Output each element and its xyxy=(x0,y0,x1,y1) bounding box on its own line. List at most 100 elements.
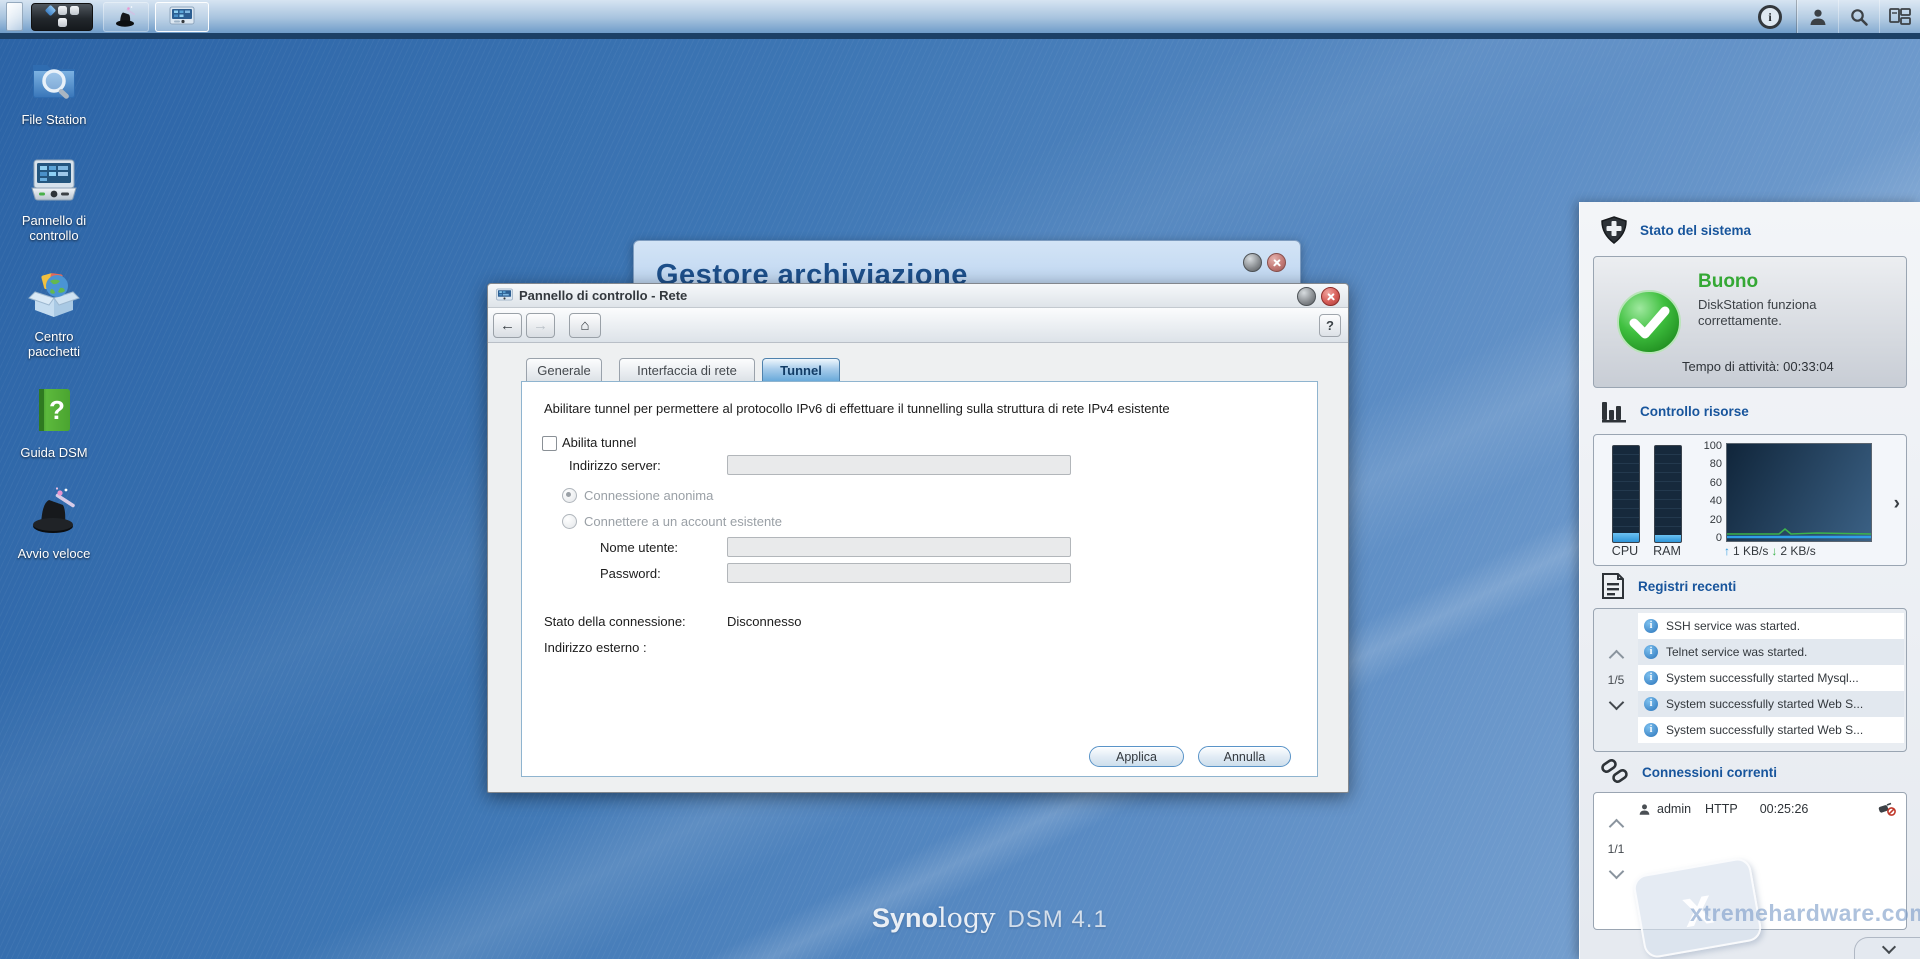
log-text: System successfully started Mysql... xyxy=(1666,671,1859,685)
bar-chart-icon xyxy=(1600,398,1628,424)
tab-interfaccia-di-rete[interactable]: Interfaccia di rete xyxy=(619,358,755,381)
dialog-titlebar[interactable]: Pannello di controllo - Rete xyxy=(488,284,1348,308)
panel-collapse-button[interactable] xyxy=(1854,937,1920,959)
notifications-button[interactable]: i xyxy=(1750,5,1790,29)
ram-gauge-fill xyxy=(1655,535,1681,542)
connection-duration: 00:25:26 xyxy=(1760,802,1809,816)
axis-tick: 0 xyxy=(1716,532,1722,544)
anonymous-connection-radio[interactable] xyxy=(562,488,577,503)
control-panel-taskbar-button[interactable] xyxy=(155,2,209,32)
cancel-button[interactable]: Annulla xyxy=(1198,746,1291,767)
page-down-chevron[interactable] xyxy=(1608,695,1624,711)
tab-generale[interactable]: Generale xyxy=(526,358,602,381)
magic-hat-icon xyxy=(114,5,138,29)
username-label: Nome utente: xyxy=(600,540,678,555)
close-icon[interactable] xyxy=(1321,287,1340,306)
password-label: Password: xyxy=(600,566,661,581)
home-icon: ⌂ xyxy=(580,317,589,334)
desktop-icon-dsm-help[interactable]: ? Guida DSM xyxy=(8,383,100,460)
link-icon xyxy=(1600,758,1630,786)
dialog-window-controls xyxy=(1297,287,1340,306)
log-row[interactable]: i System successfully started Web S... xyxy=(1638,717,1904,743)
desktop-icon-label: Avvio veloce xyxy=(18,546,91,561)
chevron-down-icon xyxy=(1881,940,1895,954)
show-desktop-button[interactable] xyxy=(6,2,23,31)
download-rate: 2 KB/s xyxy=(1780,544,1815,558)
quick-start-icon xyxy=(26,484,82,540)
minimize-icon[interactable] xyxy=(1297,287,1316,306)
log-row[interactable]: i SSH service was started. xyxy=(1638,613,1904,639)
password-input[interactable] xyxy=(727,563,1071,583)
quick-start-taskbar-button[interactable] xyxy=(103,2,149,32)
cpu-gauge-fill xyxy=(1613,533,1639,542)
desktop-icon-file-station[interactable]: File Station xyxy=(8,50,100,127)
user-menu-button[interactable] xyxy=(1797,0,1838,33)
brand-version: DSM 4.1 xyxy=(1007,906,1107,934)
existing-account-radio[interactable] xyxy=(562,514,577,529)
user-icon xyxy=(1638,803,1651,816)
page-up-chevron[interactable] xyxy=(1608,650,1624,666)
disconnect-icon[interactable] xyxy=(1878,802,1896,816)
storage-manager-window-controls xyxy=(1243,253,1286,272)
username-input[interactable] xyxy=(727,537,1071,557)
info-icon: i xyxy=(1644,671,1658,685)
open-resource-monitor-chevron[interactable]: › xyxy=(1894,493,1900,515)
desktop-icon-label: Guida DSM xyxy=(20,445,87,460)
page-indicator: 1/5 xyxy=(1608,673,1625,687)
minimize-icon[interactable] xyxy=(1243,253,1262,272)
desktop-icon-package-center[interactable]: Centro pacchetti xyxy=(8,267,100,359)
search-button[interactable] xyxy=(1838,0,1879,33)
ram-label: RAM xyxy=(1648,544,1686,558)
tab-bar: Generale Interfaccia di rete Tunnel xyxy=(488,358,1348,382)
desktop-icon-label: Pannello di controllo xyxy=(8,213,100,243)
shield-icon xyxy=(1600,216,1628,244)
log-text: SSH service was started. xyxy=(1666,619,1800,633)
user-icon xyxy=(1808,7,1828,27)
tab-tunnel[interactable]: Tunnel xyxy=(762,358,840,381)
home-button[interactable]: ⌂ xyxy=(569,313,601,338)
resource-monitor-box: CPU RAM 100 80 60 40 20 0 ↑ 1 KB/s ↓ 2 xyxy=(1593,434,1907,566)
connection-status-label: Stato della connessione: xyxy=(544,614,686,629)
search-icon xyxy=(1849,7,1869,27)
anonymous-connection-label: Connessione anonima xyxy=(584,488,713,503)
resource-monitor-header: Controllo risorse xyxy=(1600,398,1749,424)
pilot-view-button[interactable] xyxy=(1879,0,1920,33)
dsm-help-icon: ? xyxy=(26,383,82,439)
connection-row[interactable]: admin HTTP 00:25:26 xyxy=(1638,798,1904,820)
package-center-icon xyxy=(26,267,82,323)
apply-button[interactable]: Applica xyxy=(1089,746,1184,767)
forward-icon: → xyxy=(533,317,548,334)
logs-pager: 1/5 xyxy=(1594,609,1638,751)
system-status-detail: DiskStation funziona correttamente. xyxy=(1698,297,1868,329)
back-icon: ← xyxy=(500,317,515,334)
log-row[interactable]: i System successfully started Web S... xyxy=(1638,691,1904,717)
axis-tick: 40 xyxy=(1710,495,1722,507)
cpu-label: CPU xyxy=(1606,544,1644,558)
back-button[interactable]: ← xyxy=(493,313,522,338)
info-icon: i xyxy=(1644,619,1658,633)
help-button[interactable]: ? xyxy=(1319,314,1341,337)
close-icon[interactable] xyxy=(1267,253,1286,272)
file-station-icon xyxy=(26,50,82,106)
page-down-chevron[interactable] xyxy=(1608,864,1624,880)
desktop-icon-label: File Station xyxy=(21,112,86,127)
server-address-input[interactable] xyxy=(727,455,1071,475)
taskbar: i xyxy=(0,0,1920,39)
dsm-branding: Synology DSM 4.1 xyxy=(872,903,1108,934)
desktop-icon-control-panel[interactable]: Pannello di controllo xyxy=(8,151,100,243)
page-up-chevron[interactable] xyxy=(1608,819,1624,835)
main-menu-button[interactable] xyxy=(31,3,93,31)
desktop-icon-quick-start[interactable]: Avvio veloce xyxy=(8,484,100,561)
enable-tunnel-checkbox[interactable] xyxy=(542,436,557,451)
system-status-value: Buono xyxy=(1698,271,1758,293)
ram-gauge xyxy=(1654,445,1682,543)
info-icon: i xyxy=(1644,645,1658,659)
forward-button[interactable]: → xyxy=(526,313,555,338)
svg-text:?: ? xyxy=(49,395,65,425)
log-icon xyxy=(1600,572,1626,600)
dialog-body: Generale Interfaccia di rete Tunnel Abil… xyxy=(488,343,1348,794)
log-row[interactable]: i Telnet service was started. xyxy=(1638,639,1904,665)
log-row[interactable]: i System successfully started Mysql... xyxy=(1638,665,1904,691)
log-text: Telnet service was started. xyxy=(1666,645,1807,659)
axis-tick: 100 xyxy=(1704,440,1722,452)
